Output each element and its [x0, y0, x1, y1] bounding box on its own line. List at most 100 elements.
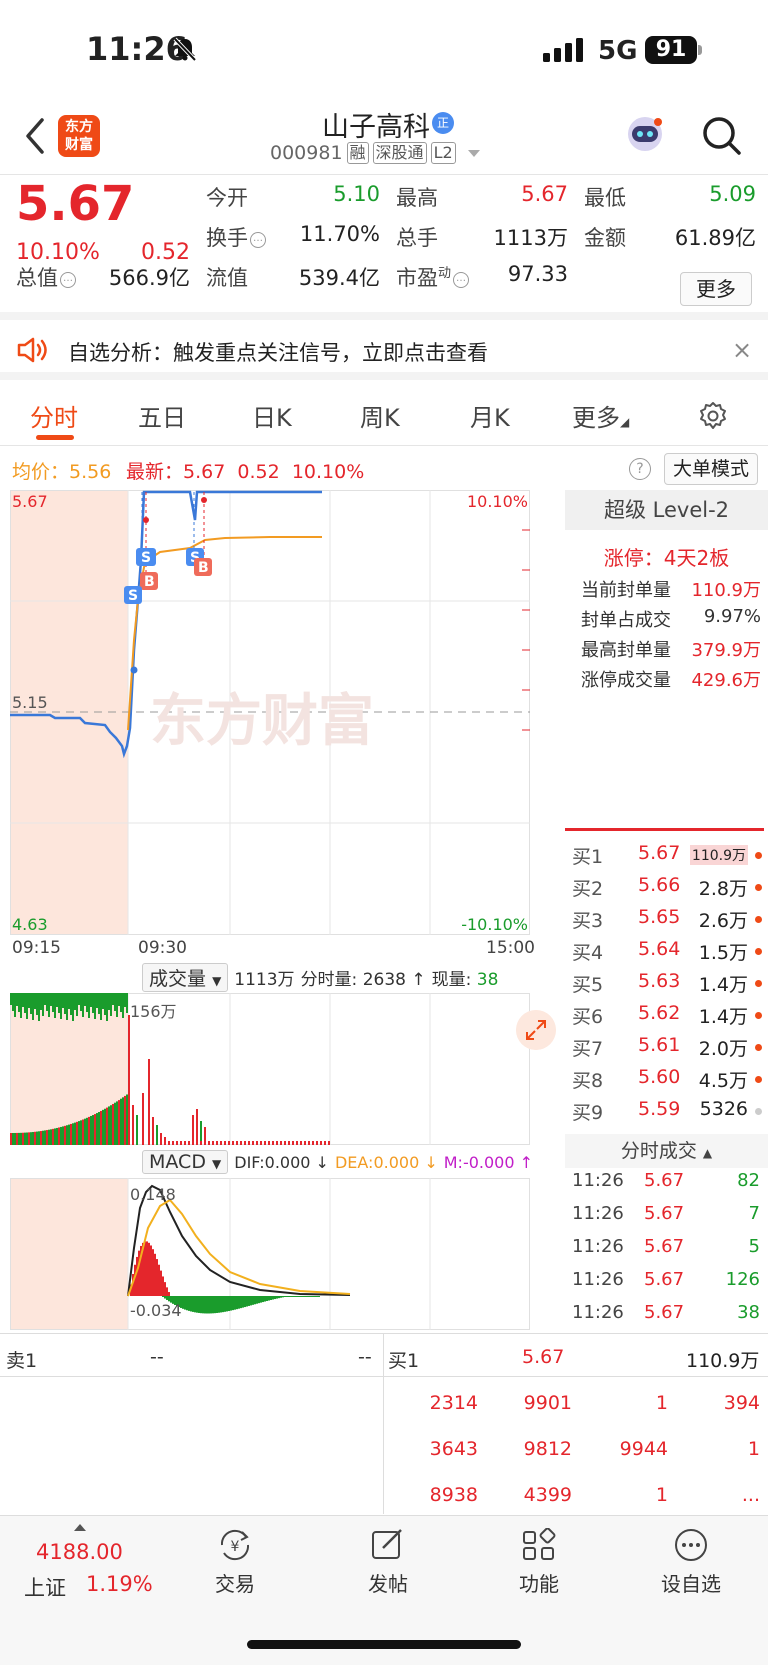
volume-bar — [22, 993, 24, 1007]
help-icon[interactable]: ? — [629, 458, 651, 480]
level2-row: 最高封单量 379.9万 — [581, 640, 761, 661]
notice-bar[interactable]: 自选分析：触发重点关注信号，立即点击查看 × — [0, 320, 768, 380]
volume-bar — [172, 1141, 174, 1145]
expand-icon[interactable] — [516, 1010, 556, 1050]
queue-cell: 3643 — [429, 1438, 478, 1460]
volume-bar — [72, 1123, 74, 1145]
close-icon[interactable]: × — [732, 336, 752, 364]
volume-bar — [196, 1109, 198, 1145]
tab-intraday[interactable]: 分时 — [30, 398, 78, 433]
zheng-badge-icon: 正 — [432, 112, 454, 134]
volume-bar — [104, 1108, 106, 1145]
volume-bar — [10, 993, 12, 1005]
tag-shenzhen-connect: 深股通 — [372, 142, 427, 164]
volume-bar — [114, 1102, 116, 1145]
volume-bar — [118, 1100, 120, 1145]
volume-bar — [328, 1141, 330, 1145]
macd-bar — [314, 1296, 316, 1297]
nav-post[interactable]: 发帖 — [343, 1528, 433, 1597]
high-label: 最高 — [396, 186, 438, 210]
tab-more[interactable]: 更多◢ — [572, 398, 629, 433]
volume-bar — [52, 1128, 54, 1145]
volume-bar — [90, 1115, 92, 1145]
robot-assistant-icon[interactable] — [622, 110, 668, 156]
volume-bar — [46, 1130, 48, 1145]
bid-row: 买8 5.60 4.5万 — [572, 1066, 762, 1096]
macd-bar — [242, 1296, 244, 1308]
level2-divider — [565, 828, 764, 831]
macd-chart[interactable]: 0.148 -0.034 — [10, 1178, 562, 1330]
volume-bar — [82, 993, 84, 1017]
trade-ticks-title[interactable]: 分时成交 ▲ — [565, 1134, 768, 1168]
macd-bar — [262, 1296, 264, 1303]
volume-bar — [60, 1126, 62, 1145]
volume-bar — [14, 1132, 16, 1145]
volume-bar — [110, 993, 112, 1016]
volume-bar — [280, 1141, 282, 1145]
volume-bar — [32, 1132, 34, 1145]
macd-bar — [268, 1296, 270, 1301]
volume-bar — [100, 993, 102, 1020]
volume-bar — [192, 1141, 194, 1145]
volume-bar — [316, 1141, 318, 1145]
nav-trade[interactable]: ¥ 交易 — [190, 1528, 280, 1597]
volume-indicator-select[interactable]: 成交量 ▼ — [142, 963, 229, 992]
volume-bar — [54, 993, 56, 1018]
tab-monthly-k[interactable]: 月K — [470, 398, 510, 433]
nav-add-watchlist[interactable]: 设自选 — [646, 1528, 736, 1597]
macd-indicator-select[interactable]: MACD ▼ — [142, 1150, 229, 1174]
volume-bar — [44, 993, 46, 1005]
order-queue[interactable]: 卖1 -- -- 买1 5.67 110.9万 2314 9901 1 394 … — [0, 1333, 768, 1514]
buy1-volume: 110.9万 — [686, 1350, 760, 1372]
float-value: 539.4亿 — [298, 266, 380, 290]
tab-daily-k[interactable]: 日K — [252, 398, 292, 433]
search-icon[interactable] — [700, 114, 744, 158]
volume-bar — [220, 1141, 222, 1145]
macd-bar — [244, 1296, 246, 1308]
volume-bar — [58, 1127, 60, 1145]
macd-bar — [162, 1276, 164, 1296]
index-value[interactable]: 4188.00 — [36, 1540, 123, 1564]
more-dots-icon — [675, 1529, 707, 1561]
queue-cell: 9901 — [523, 1392, 572, 1414]
macd-bar — [312, 1296, 314, 1297]
low-value: 5.09 — [709, 182, 756, 206]
macd-bar — [136, 1256, 138, 1296]
info-icon: … — [250, 232, 266, 248]
index-percent[interactable]: 1.19% — [86, 1572, 153, 1596]
volume-bar — [108, 1106, 110, 1145]
volume-bar — [56, 993, 58, 1007]
macd-bar — [238, 1296, 240, 1309]
macd-bar — [294, 1296, 296, 1297]
queue-divider — [0, 1376, 383, 1377]
macd-bar — [186, 1296, 188, 1311]
tab-five-day[interactable]: 五日 — [138, 398, 186, 433]
queue-cell: 4399 — [523, 1484, 572, 1506]
macd-bar — [166, 1296, 168, 1300]
big-order-mode-button[interactable]: 大单模式 — [664, 453, 758, 485]
index-name[interactable]: 上证 — [24, 1572, 66, 1602]
volume-max-label: 156万 — [130, 1002, 177, 1021]
volume-bar — [196, 1141, 198, 1145]
current-volume: 现量: 38 — [431, 970, 499, 990]
volume-bar — [184, 1141, 186, 1145]
more-button[interactable]: 更多 — [680, 272, 752, 306]
svg-text:B: B — [198, 560, 209, 576]
macd-bar — [236, 1296, 238, 1310]
chevron-up-icon[interactable] — [74, 1524, 86, 1531]
tick-row: 11:26 5.67 5 — [572, 1236, 760, 1257]
intraday-price-chart[interactable]: 东方财富 S B S S B 5.67 10.10% 5.15 4.63 -10… — [10, 490, 562, 935]
buy1-price: 5.67 — [522, 1346, 565, 1368]
queue-cell: ... — [741, 1484, 760, 1506]
stock-code-row[interactable]: 000981 融 深股通 L2 — [270, 142, 480, 164]
volume-bar — [126, 993, 128, 1013]
level2-panel[interactable]: 超级 Level-2 涨停：4天2板 当前封单量 110.9万 封单占成交 9.97… — [565, 490, 768, 830]
volume-bar — [100, 1110, 102, 1145]
macd-bar — [162, 1296, 164, 1297]
cellular-signal-icon — [543, 38, 583, 62]
volume-chart[interactable]: 156万 — [10, 993, 562, 1145]
gear-icon[interactable] — [697, 400, 729, 432]
tab-weekly-k[interactable]: 周K — [360, 398, 400, 433]
volume-bar — [112, 1103, 114, 1145]
nav-functions[interactable]: 功能 — [494, 1528, 584, 1597]
